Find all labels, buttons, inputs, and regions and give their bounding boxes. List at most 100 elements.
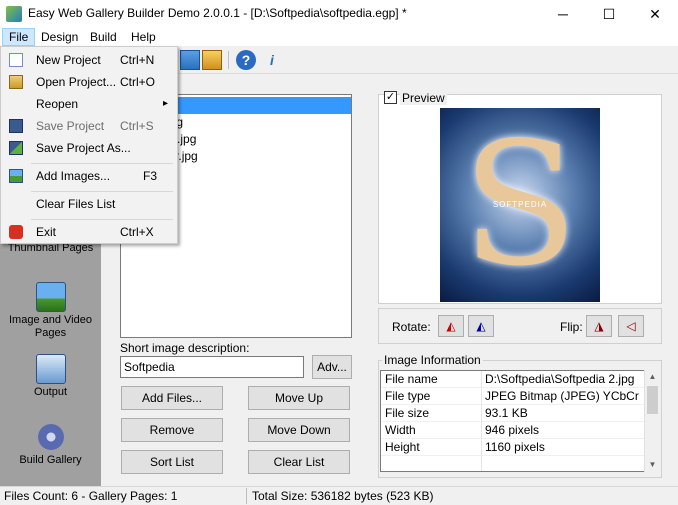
menu-item-label: Add Images... [36, 169, 111, 183]
scroll-up-icon[interactable]: ▲ [645, 370, 660, 384]
remove-button[interactable]: Remove [121, 418, 223, 442]
menu-item-save-project[interactable]: Save Project Ctrl+S [3, 115, 175, 137]
info-value: D:\Softpedia\Softpedia 2.jpg [485, 372, 635, 386]
table-row: Height 1160 pixels [381, 439, 645, 456]
output-icon [35, 354, 66, 384]
menu-item-label: New Project [36, 53, 101, 67]
menu-item-reopen[interactable]: Reopen ▸ [3, 93, 175, 115]
rotate-label: Rotate: [392, 320, 431, 334]
toolbar-separator [228, 51, 229, 69]
rotate-right-icon: ◭ [476, 319, 486, 333]
menu-separator [31, 191, 173, 192]
app-icon [6, 6, 22, 22]
short-description-label: Short image description: [120, 341, 250, 355]
menu-item-add-images[interactable]: Add Images... F3 [3, 165, 175, 187]
menu-item-exit[interactable]: Exit Ctrl+X [3, 221, 175, 243]
status-separator [246, 488, 247, 504]
rotate-left-button[interactable]: ◭ [438, 315, 464, 337]
sidebar-item-label: Output [33, 386, 68, 398]
preview-image: S SOFTPEDIA [440, 108, 600, 302]
info-key: Width [385, 423, 416, 437]
status-files-count: Files Count: 6 - Gallery Pages: 1 [4, 489, 178, 503]
close-button[interactable]: ✕ [632, 0, 678, 28]
file-menu-dropdown: New Project Ctrl+N Open Project... Ctrl+… [0, 46, 178, 244]
move-up-button[interactable]: Move Up [248, 386, 350, 410]
build-icon[interactable] [202, 50, 222, 70]
landscape-icon [35, 282, 66, 312]
status-total-size: Total Size: 536182 bytes (523 KB) [252, 489, 434, 503]
rotate-flip-bar: Rotate: ◭ ◭ Flip: ◮ ◁ [378, 308, 662, 344]
menu-item-label: Open Project... [36, 75, 117, 89]
menu-separator [31, 163, 173, 164]
scroll-thumb[interactable] [647, 386, 658, 414]
grid-view-icon[interactable] [180, 50, 200, 70]
minimize-button[interactable]: ─ [540, 0, 586, 28]
menu-file[interactable]: File [2, 28, 36, 46]
save-as-icon [9, 141, 23, 155]
flip-horizontal-icon: ◮ [594, 319, 604, 333]
scroll-down-icon[interactable]: ▼ [645, 458, 660, 472]
sort-list-button[interactable]: Sort List [121, 450, 223, 474]
sidebar-item-output[interactable]: Output [0, 354, 101, 398]
short-description-input[interactable]: Softpedia [120, 356, 304, 378]
menu-item-label: Clear Files List [36, 197, 116, 211]
sidebar-item-image-video-pages[interactable]: Image and Video Pages [0, 282, 101, 340]
menu-item-label: Save Project [36, 119, 105, 133]
open-folder-icon [9, 75, 23, 89]
sidebar-item-label: Image and Video Pages [9, 314, 92, 339]
menu-build[interactable]: Build [84, 28, 123, 46]
preview-label: Preview [400, 91, 447, 105]
info-value: 93.1 KB [485, 406, 528, 420]
menu-item-shortcut: Ctrl+N [120, 53, 155, 67]
window-title: Easy Web Gallery Builder Demo 2.0.0.1 - … [28, 6, 407, 20]
maximize-button[interactable]: ☐ [586, 0, 632, 28]
flip-horizontal-button[interactable]: ◮ [586, 315, 612, 337]
add-files-button[interactable]: Add Files... [121, 386, 223, 410]
table-row: File name D:\Softpedia\Softpedia 2.jpg [381, 371, 645, 388]
help-icon[interactable]: ? [236, 50, 256, 70]
move-down-button[interactable]: Move Down [248, 418, 350, 442]
menu-item-shortcut: Ctrl+O [120, 75, 156, 89]
menu-item-label: Reopen [36, 97, 79, 111]
preview-image-text: SOFTPEDIA [492, 200, 548, 209]
info-key: File size [385, 406, 430, 420]
menu-item-shortcut: Ctrl+S [120, 119, 154, 133]
column-divider [481, 371, 482, 471]
menu-help[interactable]: Help [125, 28, 162, 46]
table-row: File size 93.1 KB [381, 405, 645, 422]
flip-vertical-button[interactable]: ◁ [618, 315, 644, 337]
menu-item-shortcut: F3 [143, 169, 158, 183]
preview-checkbox[interactable]: ✓ [384, 91, 397, 104]
exit-icon [9, 225, 23, 239]
flip-label: Flip: [560, 320, 583, 334]
info-value: JPEG Bitmap (JPEG) YCbCr [485, 389, 639, 403]
image-information-table[interactable]: File name D:\Softpedia\Softpedia 2.jpg F… [380, 370, 660, 472]
advanced-button[interactable]: Adv... [312, 355, 352, 379]
menu-item-save-project-as[interactable]: Save Project As... [3, 137, 175, 159]
table-row: Width 946 pixels [381, 422, 645, 439]
menu-item-label: Exit [36, 225, 57, 239]
menu-separator [31, 219, 173, 220]
sidebar-item-label: Build Gallery [19, 454, 82, 466]
submenu-arrow-icon: ▸ [163, 98, 169, 109]
menu-item-label: Save Project As... [36, 141, 131, 155]
sidebar-item-build-gallery[interactable]: Build Gallery [0, 422, 101, 466]
info-key: File type [385, 389, 431, 403]
info-icon[interactable]: i [262, 50, 282, 70]
image-information-label: Image Information [382, 353, 483, 367]
menu-item-clear-files-list[interactable]: Clear Files List [3, 193, 175, 215]
menu-bar: File Design Build Help [0, 28, 678, 46]
save-icon [9, 119, 23, 133]
info-value: 946 pixels [485, 423, 540, 437]
rotate-right-button[interactable]: ◭ [468, 315, 494, 337]
info-value: 1160 pixels [485, 440, 545, 454]
flip-vertical-icon: ◁ [626, 319, 636, 333]
info-scrollbar[interactable]: ▲ ▼ [644, 370, 660, 472]
clear-list-button[interactable]: Clear List [248, 450, 350, 474]
new-document-icon [9, 53, 23, 67]
menu-design[interactable]: Design [35, 28, 84, 46]
status-bar: Files Count: 6 - Gallery Pages: 1 Total … [0, 486, 678, 505]
menu-item-open-project[interactable]: Open Project... Ctrl+O [3, 71, 175, 93]
menu-item-new-project[interactable]: New Project Ctrl+N [3, 49, 175, 71]
table-row: File type JPEG Bitmap (JPEG) YCbCr [381, 388, 645, 405]
